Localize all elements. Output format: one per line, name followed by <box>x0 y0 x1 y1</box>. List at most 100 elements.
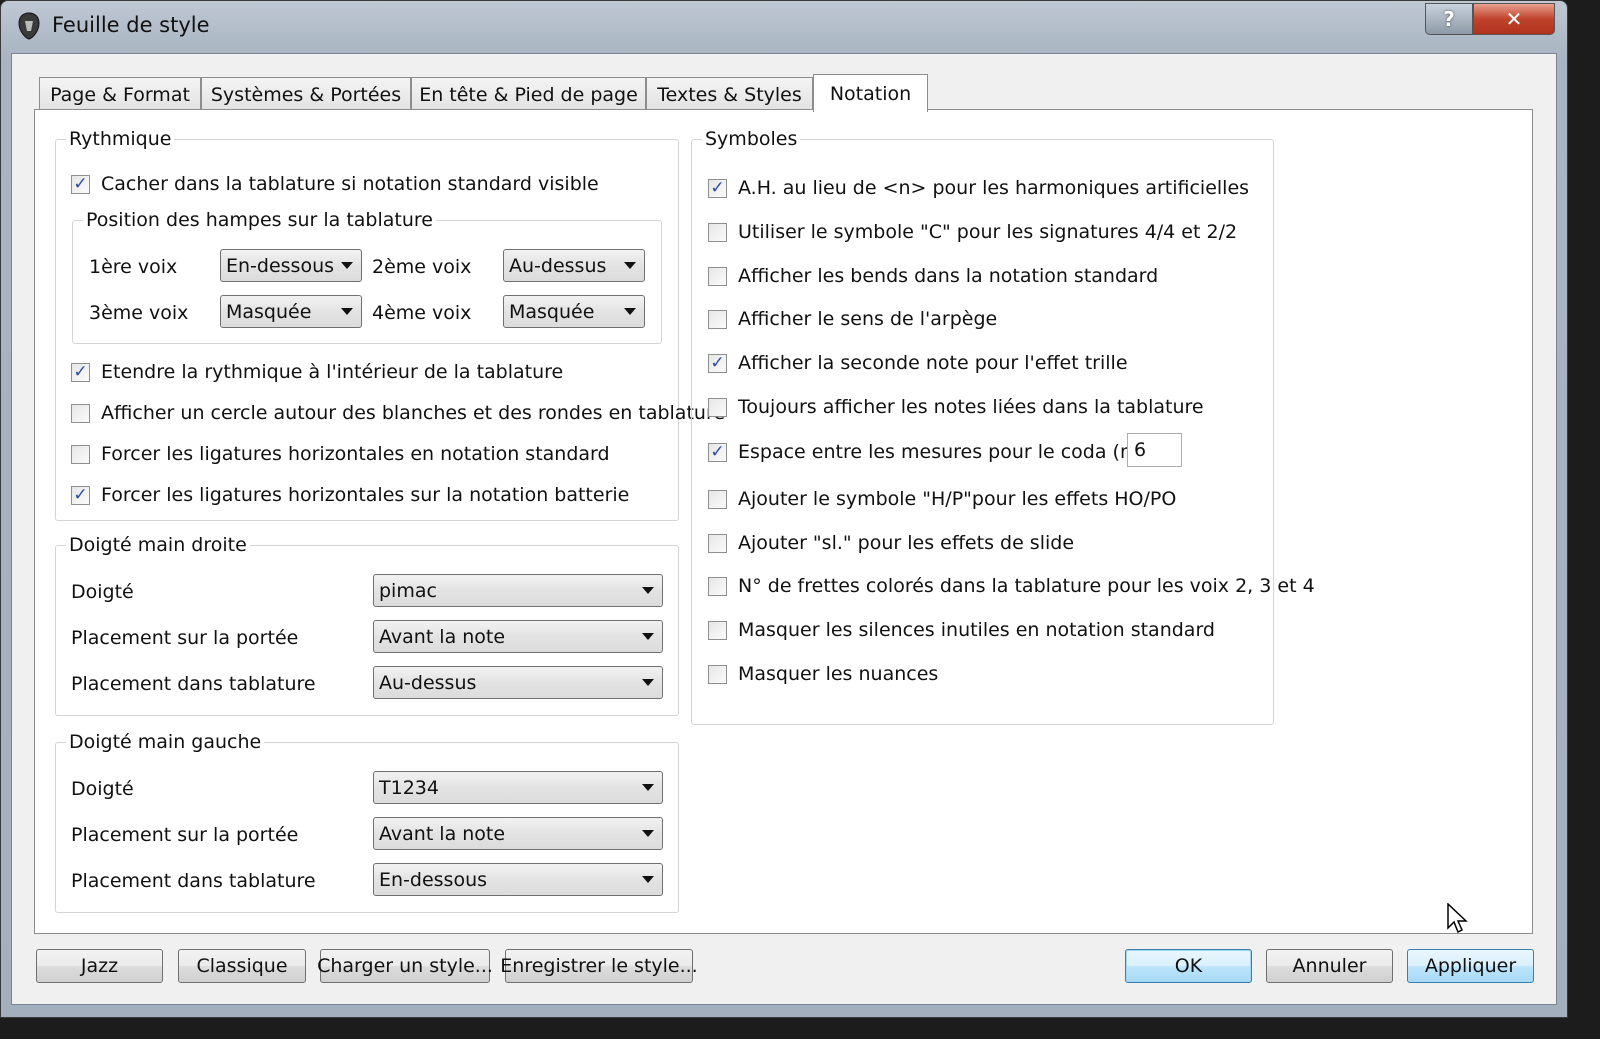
lh-tab-select[interactable]: En-dessous <box>373 863 663 896</box>
checkbox[interactable] <box>708 533 727 553</box>
title-bar[interactable]: Feuille de style ? ✕ <box>1 1 1567 53</box>
symbol-option[interactable]: Toujours afficher les notes liées dans l… <box>708 396 1204 418</box>
apply-button[interactable]: Appliquer <box>1407 949 1534 983</box>
chevron-down-icon <box>642 830 654 837</box>
lh-tab-label: Placement dans tablature <box>71 870 316 892</box>
chevron-down-icon <box>642 876 654 883</box>
checkbox[interactable] <box>708 620 727 640</box>
tab-page-format[interactable]: Page & Format <box>39 77 201 111</box>
symbol-option[interactable]: Afficher les bends dans la notation stan… <box>708 265 1158 287</box>
right-hand-title: Doigté main droite <box>66 534 250 556</box>
checkbox[interactable] <box>708 664 727 684</box>
symbol-option[interactable]: ✓ Espace entre les mesures pour le coda … <box>708 441 1164 463</box>
checkbox[interactable]: ✓ <box>708 442 727 462</box>
voice1-label: 1ère voix <box>89 256 178 278</box>
rh-tab-value: Au-dessus <box>379 671 477 694</box>
checkbox[interactable]: ✓ <box>71 485 90 505</box>
option-label: Masquer les nuances <box>738 663 939 685</box>
rh-fingering-select[interactable]: pimac <box>373 574 663 607</box>
symbol-option[interactable]: Ajouter le symbole "H/P"pour les effets … <box>708 488 1176 510</box>
jazz-button[interactable]: Jazz <box>36 949 163 983</box>
symbol-option[interactable]: Masquer les nuances <box>708 663 938 685</box>
checkbox[interactable] <box>708 309 727 329</box>
voice2-value: Au-dessus <box>509 254 607 277</box>
cancel-button[interactable]: Annuler <box>1266 949 1393 983</box>
symbol-option[interactable]: N° de frettes colorés dans la tablature … <box>708 575 1315 597</box>
checkbox[interactable]: ✓ <box>708 178 727 198</box>
checkbox[interactable] <box>708 397 727 417</box>
dialog-window: Feuille de style ? ✕ Page & Format Systè… <box>0 0 1568 1018</box>
checkbox[interactable]: ✓ <box>71 362 90 382</box>
rythmique-title: Rythmique <box>66 128 175 150</box>
rh-tab-select[interactable]: Au-dessus <box>373 666 663 699</box>
tab-notation[interactable]: Notation <box>813 74 928 112</box>
lh-staff-value: Avant la note <box>379 822 506 845</box>
rh-fingering-value: pimac <box>379 579 437 602</box>
load-style-button[interactable]: Charger un style... <box>317 949 493 983</box>
option-label: Afficher le sens de l'arpège <box>738 308 998 330</box>
checkbox[interactable] <box>71 403 90 423</box>
checkbox[interactable] <box>708 266 727 286</box>
coda-space-input[interactable]: 6 <box>1127 433 1182 467</box>
window-title: Feuille de style <box>52 13 210 37</box>
close-icon: ✕ <box>1505 7 1523 31</box>
checkbox[interactable] <box>71 444 90 464</box>
symbol-option[interactable]: Afficher le sens de l'arpège <box>708 308 997 330</box>
option-label: Etendre la rythmique à l'intérieur de la… <box>101 361 564 383</box>
symboles-group: Symboles ✓ A.H. au lieu de <n> pour les … <box>691 128 1315 725</box>
option-label: N° de frettes colorés dans la tablature … <box>738 575 1315 597</box>
option-label: Afficher un cercle autour des blanches e… <box>101 402 726 424</box>
tab-en-tete-pied[interactable]: En tête & Pied de page <box>411 77 646 111</box>
lh-staff-select[interactable]: Avant la note <box>373 817 663 850</box>
option-label: Ajouter "sl." pour les effets de slide <box>738 532 1075 554</box>
rh-staff-label: Placement sur la portée <box>71 627 299 649</box>
option-label: Forcer les ligatures horizontales sur la… <box>101 484 630 506</box>
option-label: Espace entre les mesures pour le coda (m… <box>738 441 1165 463</box>
circle-option[interactable]: Afficher un cercle autour des blanches e… <box>71 402 725 424</box>
checkbox[interactable] <box>708 576 727 596</box>
lh-staff-label: Placement sur la portée <box>71 824 299 846</box>
classique-button[interactable]: Classique <box>178 949 306 983</box>
voice4-label: 4ème voix <box>372 302 472 324</box>
symbol-option[interactable]: ✓ A.H. au lieu de <n> pour les harmoniqu… <box>708 177 1249 199</box>
checkbox[interactable] <box>708 489 727 509</box>
hide-in-tab-option[interactable]: ✓ Cacher dans la tablature si notation s… <box>71 173 599 195</box>
rh-fingering-label: Doigté <box>71 581 134 603</box>
left-hand-title: Doigté main gauche <box>66 731 265 753</box>
voice2-select[interactable]: Au-dessus <box>503 249 645 282</box>
right-hand-group: Doigté main droite Doigté pimac Placemen… <box>55 534 679 716</box>
lh-tab-value: En-dessous <box>379 868 488 891</box>
voice3-select[interactable]: Masquée <box>220 295 362 328</box>
tab-systemes-portees[interactable]: Systèmes & Portées <box>201 77 411 111</box>
voice4-select[interactable]: Masquée <box>503 295 645 328</box>
force-std-option[interactable]: Forcer les ligatures horizontales en not… <box>71 443 610 465</box>
symbol-option[interactable]: Ajouter "sl." pour les effets de slide <box>708 532 1074 554</box>
ok-button[interactable]: OK <box>1125 949 1252 983</box>
tab-textes-styles[interactable]: Textes & Styles <box>646 77 813 111</box>
close-button[interactable]: ✕ <box>1473 3 1555 35</box>
symbol-option[interactable]: ✓ Afficher la seconde note pour l'effet … <box>708 352 1128 374</box>
symbol-option[interactable]: Utiliser le symbole "C" pour les signatu… <box>708 221 1237 243</box>
checkbox[interactable]: ✓ <box>71 174 90 194</box>
option-label: A.H. au lieu de <n> pour les harmoniques… <box>738 177 1250 199</box>
option-label: Toujours afficher les notes liées dans l… <box>738 396 1204 418</box>
rh-staff-value: Avant la note <box>379 625 506 648</box>
rh-staff-select[interactable]: Avant la note <box>373 620 663 653</box>
checkbox[interactable] <box>708 222 727 242</box>
extend-option[interactable]: ✓ Etendre la rythmique à l'intérieur de … <box>71 361 563 383</box>
option-label: Afficher les bends dans la notation stan… <box>738 265 1159 287</box>
rh-tab-label: Placement dans tablature <box>71 673 316 695</box>
checkbox[interactable]: ✓ <box>708 353 727 373</box>
voice3-value: Masquée <box>226 300 312 323</box>
chevron-down-icon <box>642 633 654 640</box>
help-button[interactable]: ? <box>1425 3 1473 35</box>
chevron-down-icon <box>642 679 654 686</box>
symbol-option[interactable]: Masquer les silences inutiles en notatio… <box>708 619 1215 641</box>
stems-title: Position des hampes sur la tablature <box>83 209 436 231</box>
force-drum-option[interactable]: ✓ Forcer les ligatures horizontales sur … <box>71 484 629 506</box>
voice1-select[interactable]: En-dessous <box>220 249 362 282</box>
voice4-value: Masquée <box>509 300 595 323</box>
option-label: Forcer les ligatures horizontales en not… <box>101 443 610 465</box>
save-style-button[interactable]: Enregistrer le style... <box>500 949 698 983</box>
lh-fingering-select[interactable]: T1234 <box>373 771 663 804</box>
